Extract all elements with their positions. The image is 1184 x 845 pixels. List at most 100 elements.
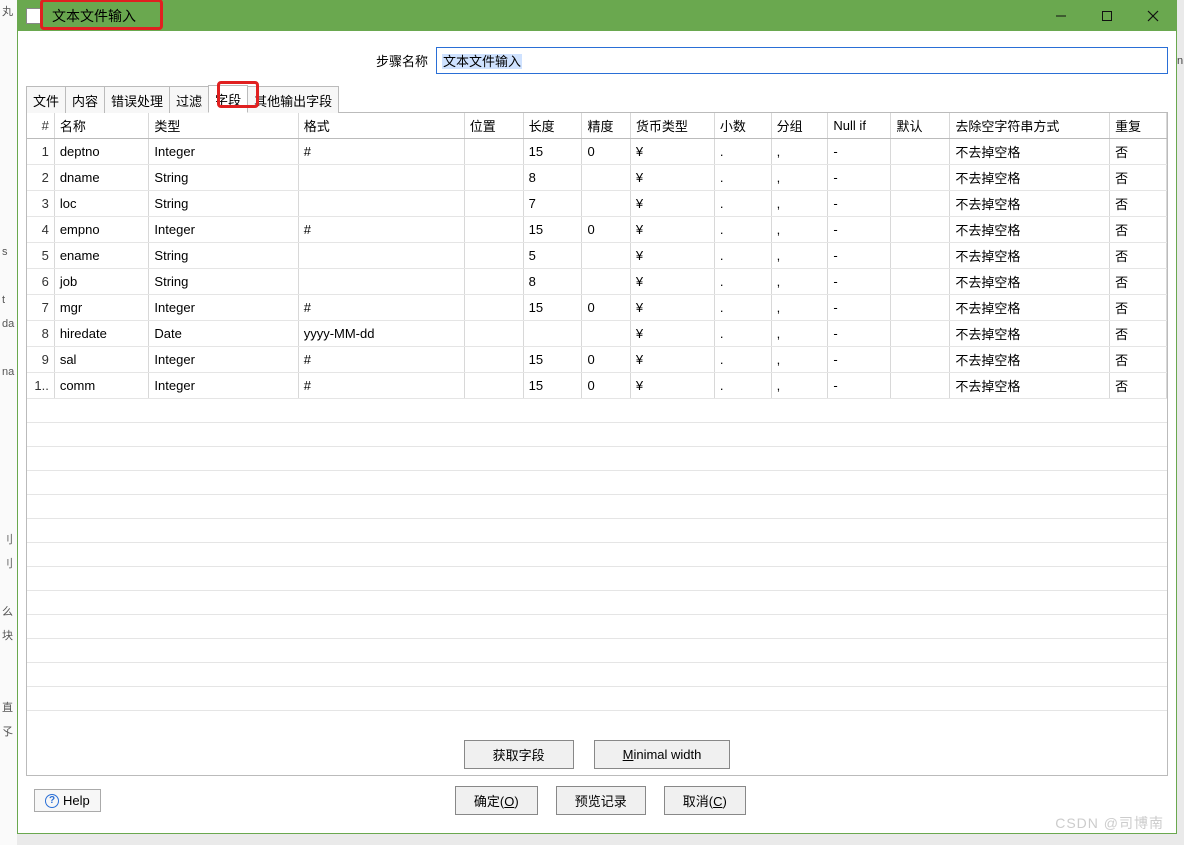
- cell[interactable]: empno: [54, 217, 149, 243]
- cell[interactable]: ¥: [630, 243, 714, 269]
- cell[interactable]: [464, 269, 523, 295]
- cell[interactable]: [891, 269, 950, 295]
- maximize-button[interactable]: [1084, 1, 1130, 31]
- cell[interactable]: [891, 347, 950, 373]
- cell[interactable]: ¥: [630, 373, 714, 399]
- cell[interactable]: 不去掉空格: [950, 139, 1110, 165]
- cell[interactable]: .: [714, 191, 771, 217]
- cell[interactable]: 否: [1110, 295, 1167, 321]
- ok-button[interactable]: 确定(O): [455, 786, 538, 815]
- cell[interactable]: 否: [1110, 191, 1167, 217]
- tab-0[interactable]: 文件: [26, 86, 66, 113]
- cell[interactable]: [464, 165, 523, 191]
- cell[interactable]: Integer: [149, 347, 298, 373]
- cell[interactable]: -: [828, 269, 891, 295]
- table-row[interactable]: 2dnameString8¥.,-不去掉空格否: [27, 165, 1167, 191]
- cell[interactable]: hiredate: [54, 321, 149, 347]
- cell[interactable]: .: [714, 347, 771, 373]
- cell[interactable]: 否: [1110, 217, 1167, 243]
- cell[interactable]: [582, 165, 630, 191]
- cell[interactable]: String: [149, 165, 298, 191]
- cell[interactable]: [298, 243, 464, 269]
- cell[interactable]: ¥: [630, 269, 714, 295]
- cell[interactable]: 7: [27, 295, 54, 321]
- cell[interactable]: [464, 295, 523, 321]
- cell[interactable]: #: [298, 347, 464, 373]
- cell[interactable]: 7: [523, 191, 582, 217]
- cell[interactable]: 否: [1110, 321, 1167, 347]
- cell[interactable]: [891, 373, 950, 399]
- help-button[interactable]: ? Help: [34, 789, 101, 812]
- cell[interactable]: 0: [582, 217, 630, 243]
- cell[interactable]: [582, 191, 630, 217]
- cell[interactable]: Date: [149, 321, 298, 347]
- col-header[interactable]: 精度: [582, 113, 630, 139]
- cell[interactable]: loc: [54, 191, 149, 217]
- cell[interactable]: 2: [27, 165, 54, 191]
- col-header[interactable]: Null if: [828, 113, 891, 139]
- cell[interactable]: String: [149, 243, 298, 269]
- cell[interactable]: [464, 243, 523, 269]
- cell[interactable]: Integer: [149, 295, 298, 321]
- table-row[interactable]: 6jobString8¥.,-不去掉空格否: [27, 269, 1167, 295]
- cell[interactable]: 不去掉空格: [950, 191, 1110, 217]
- cell[interactable]: 否: [1110, 139, 1167, 165]
- fields-table[interactable]: #名称类型格式位置长度精度货币类型小数分组Null if默认去除空字符串方式重复…: [27, 113, 1167, 399]
- tab-5[interactable]: 其他输出字段: [247, 86, 339, 113]
- cell[interactable]: -: [828, 347, 891, 373]
- cell[interactable]: -: [828, 243, 891, 269]
- cell[interactable]: ,: [771, 191, 828, 217]
- cell[interactable]: ,: [771, 295, 828, 321]
- cell[interactable]: -: [828, 139, 891, 165]
- cell[interactable]: 不去掉空格: [950, 321, 1110, 347]
- tab-1[interactable]: 内容: [65, 86, 105, 113]
- cell[interactable]: ¥: [630, 165, 714, 191]
- cell[interactable]: 9: [27, 347, 54, 373]
- cell[interactable]: yyyy-MM-dd: [298, 321, 464, 347]
- cell[interactable]: dname: [54, 165, 149, 191]
- cell[interactable]: Integer: [149, 217, 298, 243]
- cell[interactable]: .: [714, 243, 771, 269]
- cell[interactable]: [464, 347, 523, 373]
- cell[interactable]: 15: [523, 217, 582, 243]
- tab-4[interactable]: 字段: [208, 85, 248, 113]
- cell[interactable]: [464, 191, 523, 217]
- cell[interactable]: Integer: [149, 139, 298, 165]
- cell[interactable]: 3: [27, 191, 54, 217]
- cell[interactable]: 15: [523, 139, 582, 165]
- cell[interactable]: #: [298, 295, 464, 321]
- cell[interactable]: .: [714, 139, 771, 165]
- cell[interactable]: ,: [771, 373, 828, 399]
- cell[interactable]: .: [714, 321, 771, 347]
- cell[interactable]: 8: [27, 321, 54, 347]
- cell[interactable]: ¥: [630, 295, 714, 321]
- cell[interactable]: 不去掉空格: [950, 295, 1110, 321]
- cell[interactable]: ,: [771, 217, 828, 243]
- cell[interactable]: .: [714, 269, 771, 295]
- close-button[interactable]: [1130, 1, 1176, 31]
- titlebar[interactable]: 文本文件输入: [18, 1, 1176, 31]
- cell[interactable]: 否: [1110, 373, 1167, 399]
- cell[interactable]: 8: [523, 269, 582, 295]
- cell[interactable]: 否: [1110, 347, 1167, 373]
- cell[interactable]: 不去掉空格: [950, 165, 1110, 191]
- col-header[interactable]: 分组: [771, 113, 828, 139]
- cell[interactable]: 不去掉空格: [950, 217, 1110, 243]
- cell[interactable]: [298, 191, 464, 217]
- cell[interactable]: [464, 373, 523, 399]
- cell[interactable]: [298, 165, 464, 191]
- cell[interactable]: 1..: [27, 373, 54, 399]
- table-row[interactable]: 9salInteger#150¥.,-不去掉空格否: [27, 347, 1167, 373]
- col-header[interactable]: 小数: [714, 113, 771, 139]
- cell[interactable]: #: [298, 217, 464, 243]
- cell[interactable]: -: [828, 373, 891, 399]
- table-row[interactable]: 1deptnoInteger#150¥.,-不去掉空格否: [27, 139, 1167, 165]
- cell[interactable]: 15: [523, 295, 582, 321]
- cell[interactable]: 不去掉空格: [950, 269, 1110, 295]
- cell[interactable]: #: [298, 139, 464, 165]
- cell[interactable]: ename: [54, 243, 149, 269]
- cell[interactable]: [891, 139, 950, 165]
- col-header[interactable]: #: [27, 113, 54, 139]
- table-row[interactable]: 3locString7¥.,-不去掉空格否: [27, 191, 1167, 217]
- cell[interactable]: ,: [771, 165, 828, 191]
